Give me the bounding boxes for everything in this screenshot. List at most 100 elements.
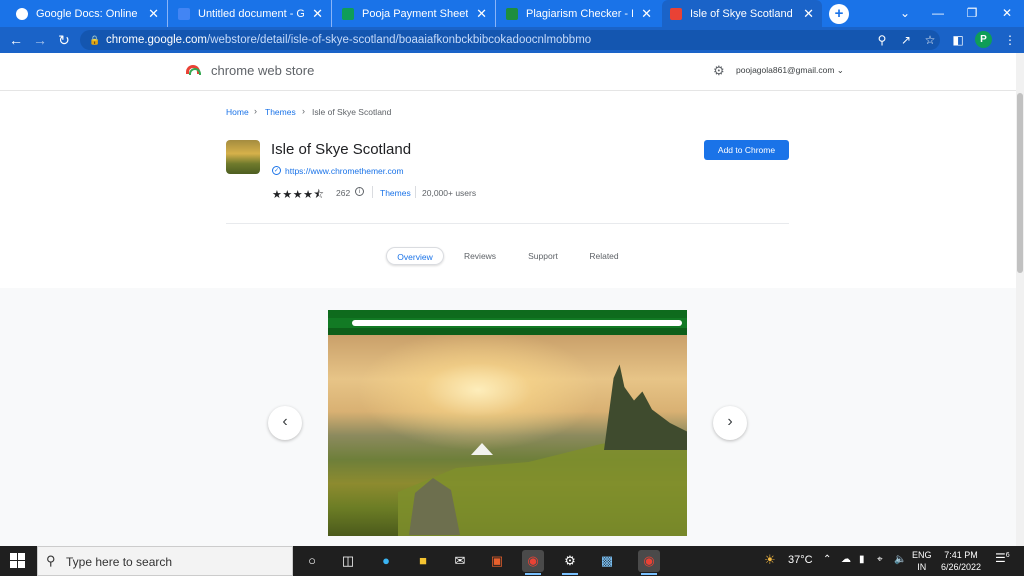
publisher-site-link[interactable]: https://www.chromethemer.com [285,166,404,176]
theme-thumbnail [226,140,260,174]
notifications-icon[interactable]: ☰6 [995,551,1010,565]
store-header: chrome web store ⚙ poojagola861@gmail.co… [0,53,1016,91]
address-bar[interactable]: 🔒 chrome.google.com/webstore/detail/isle… [80,30,940,50]
close-tab-icon[interactable]: ✕ [641,6,652,22]
web-store-logo-icon[interactable] [186,65,201,75]
category-link[interactable]: Themes [380,188,411,198]
close-window-button[interactable]: ✕ [990,0,1024,27]
close-tab-icon[interactable]: ✕ [312,6,323,22]
add-to-chrome-button[interactable]: Add to Chrome [704,140,789,160]
file-explorer-icon[interactable]: ■ [412,550,434,572]
tab-google-docs[interactable]: Google Docs: Online Docume ✕ [8,0,168,27]
clock-date: 6/26/2022 [940,562,982,572]
tab-search-button[interactable]: ⌄ [888,0,922,27]
menu-kebab-icon[interactable]: ⋮ [1000,30,1020,50]
tab-isle-of-skye-scotland[interactable]: Isle of Skye Scotland - Chron ✕ [662,0,822,27]
tab-overview[interactable]: Overview [386,247,444,265]
tab-title: Isle of Skye Scotland - Chron [690,7,795,20]
taskbar-search-box[interactable]: ⚲ Type here to search [37,546,293,576]
close-tab-icon[interactable]: ✕ [476,6,487,22]
chrome-web-store-icon [670,7,682,20]
battery-icon[interactable]: ▮ [859,554,865,565]
wifi-icon[interactable]: ⌖ [877,554,883,565]
language-code: ENG [912,550,932,560]
settings-gear-taskbar-icon[interactable]: ⚙ [559,550,581,575]
rating-count[interactable]: 262 [336,188,350,198]
google-g-icon [16,7,28,20]
divider [415,186,416,198]
back-arrow-icon[interactable]: ← [6,30,26,50]
settings-gear-icon[interactable]: ⚙ [713,63,725,79]
active-indicator [641,573,657,575]
forward-arrow-icon[interactable]: → [30,30,50,50]
reload-icon[interactable]: ↻ [54,30,74,50]
url-host: chrome.google.com [106,34,207,46]
mail-icon[interactable]: ✉ [449,550,471,572]
profile-avatar[interactable]: P [975,31,992,48]
active-indicator [525,573,541,575]
url-path: /webstore/detail/isle-of-skye-scotland/b… [207,34,592,46]
new-tab-button[interactable]: + [829,4,849,24]
region-code: IN [917,562,927,572]
close-tab-icon[interactable]: ✕ [803,6,814,22]
bookmark-star-icon[interactable]: ☆ [920,30,940,50]
item-title: Isle of Skye Scotland [271,141,412,158]
preview-bookmarks-bar [328,328,687,335]
chrome-tv-icon[interactable]: ◉ [522,550,544,575]
search-icon: ⚲ [46,553,56,568]
previous-screenshot-chevron-icon[interactable]: ‹ [268,406,302,440]
windows-start-icon[interactable] [10,553,26,569]
volume-speaker-icon[interactable]: 🔈 [894,554,906,565]
user-count: 20,000+ users [422,188,477,198]
tab-support[interactable]: Support [520,247,566,265]
show-hidden-icons-chevron-icon[interactable]: ⌃ [823,554,831,565]
page-scrollbar[interactable] [1016,53,1024,546]
side-panel-icon[interactable]: ◧ [948,30,968,50]
tab-reviews[interactable]: Reviews [458,247,502,265]
clock-time: 7:41 PM [944,550,978,560]
browser-toolbar: ← → ↻ 🔒 chrome.google.com/webstore/detai… [0,27,1024,53]
edge-browser-icon[interactable]: ● [375,550,397,572]
notification-count: 6 [1005,552,1010,559]
preview-address-bar [352,320,682,326]
minimize-button[interactable]: — [921,0,955,27]
cortana-circle-icon[interactable]: ○ [301,550,323,572]
next-screenshot-chevron-icon[interactable]: › [713,406,747,440]
scrollbar-thumb[interactable] [1017,93,1023,273]
tab-related[interactable]: Related [582,247,626,265]
tab-pooja-payment-sheet[interactable]: Pooja Payment Sheet - Goog ✕ [334,0,496,27]
tab-plagiarism-checker[interactable]: Plagiarism Checker - Free & ✕ [498,0,660,27]
info-icon[interactable]: i [355,187,364,196]
office-icon[interactable]: ▣ [486,550,508,572]
input-language-indicator[interactable]: ENG IN [912,549,932,573]
zoom-search-icon[interactable]: ⚲ [872,30,892,50]
breadcrumb-chevron-icon: › [302,106,305,116]
google-docs-icon [178,7,190,20]
tab-title: Google Docs: Online Docume [36,7,140,20]
google-sheets-icon [342,7,354,20]
taskbar-clock[interactable]: 7:41 PM 6/26/2022 [934,549,988,573]
tab-untitled-document[interactable]: Untitled document - Google ✕ [170,0,332,27]
preview-tab-strip [328,310,687,318]
account-menu[interactable]: poojagola861@gmail.com ⌄ [736,65,844,76]
search-placeholder: Type here to search [66,555,173,569]
onedrive-cloud-icon[interactable]: ☁ [841,554,851,565]
chrome-browser-icon[interactable]: ◉ [638,550,660,575]
breadcrumb-chevron-icon: › [254,106,257,116]
remote-desktop-icon[interactable]: ▩ [596,550,618,572]
weather-temperature[interactable]: 37°C [788,554,813,566]
breadcrumb-themes[interactable]: Themes [265,107,296,117]
breadcrumb-home[interactable]: Home [226,107,249,117]
close-tab-icon[interactable]: ✕ [148,6,159,22]
account-email: poojagola861@gmail.com [736,65,835,75]
restore-button[interactable]: ❐ [955,0,989,27]
divider [226,223,789,224]
task-view-icon[interactable]: ◫ [337,550,359,572]
plagiarism-checker-icon [506,7,518,20]
verified-check-icon: ✓ [272,166,281,175]
share-icon[interactable]: ↗ [896,30,916,50]
tab-title: Untitled document - Google [198,7,304,20]
breadcrumb-current: Isle of Skye Scotland [312,107,392,117]
rating-stars[interactable]: ★★★★⯪ [272,186,324,205]
store-name[interactable]: chrome web store [211,63,314,78]
